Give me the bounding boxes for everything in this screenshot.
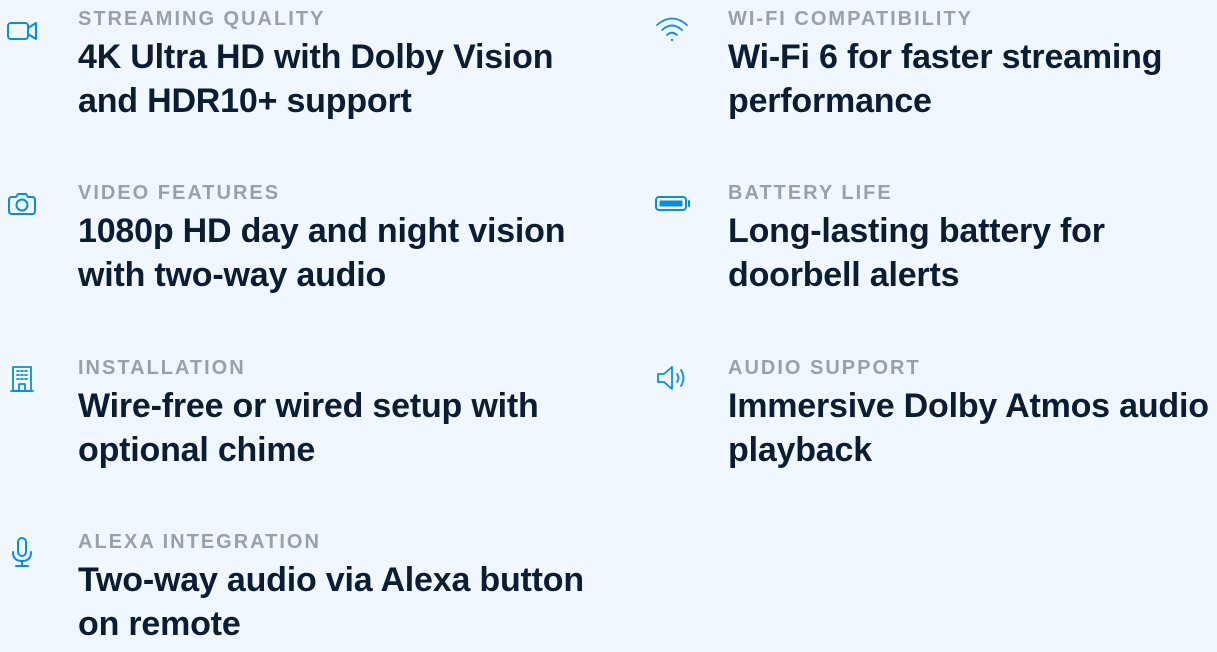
feature-value: Two-way audio via Alexa button on remote [78,561,584,643]
feature-alexa-integration: ALEXA INTEGRATION Two-way audio via Alex… [0,530,598,646]
camera-icon [0,181,44,225]
feature-label: VIDEO FEATURES [78,182,281,204]
video-camera-icon [0,7,44,51]
feature-label: STREAMING QUALITY [78,8,326,30]
feature-audio-support: AUDIO SUPPORT Immersive Dolby Atmos audi… [650,356,1217,472]
feature-value: 1080p HD day and night vision with two-w… [78,212,566,294]
speaker-icon [650,356,694,400]
feature-wifi-compatibility: WI-FI COMPATIBILITY Wi-Fi 6 for faster s… [650,7,1217,123]
feature-installation: INSTALLATION Wire-free or wired setup wi… [0,356,598,472]
microphone-icon [0,530,44,574]
wifi-icon [650,7,694,51]
feature-value: Long-lasting battery for doorbell alerts [728,212,1105,294]
feature-video-features: VIDEO FEATURES 1080p HD day and night vi… [0,181,598,297]
feature-label: WI-FI COMPATIBILITY [728,8,974,30]
battery-icon [650,181,694,225]
feature-label: INSTALLATION [78,357,246,379]
feature-label: AUDIO SUPPORT [728,357,921,379]
building-icon [0,356,44,400]
feature-label: BATTERY LIFE [728,182,893,204]
feature-value: Immersive Dolby Atmos audio playback [728,387,1209,469]
feature-value: Wire-free or wired setup with optional c… [78,387,539,469]
feature-label: ALEXA INTEGRATION [78,531,321,553]
feature-streaming-quality: STREAMING QUALITY 4K Ultra HD with Dolby… [0,7,598,123]
feature-value: Wi-Fi 6 for faster streaming performance [728,38,1163,120]
feature-value: 4K Ultra HD with Dolby Vision and HDR10+… [78,38,554,120]
feature-battery-life: BATTERY LIFE Long-lasting battery for do… [650,181,1217,297]
